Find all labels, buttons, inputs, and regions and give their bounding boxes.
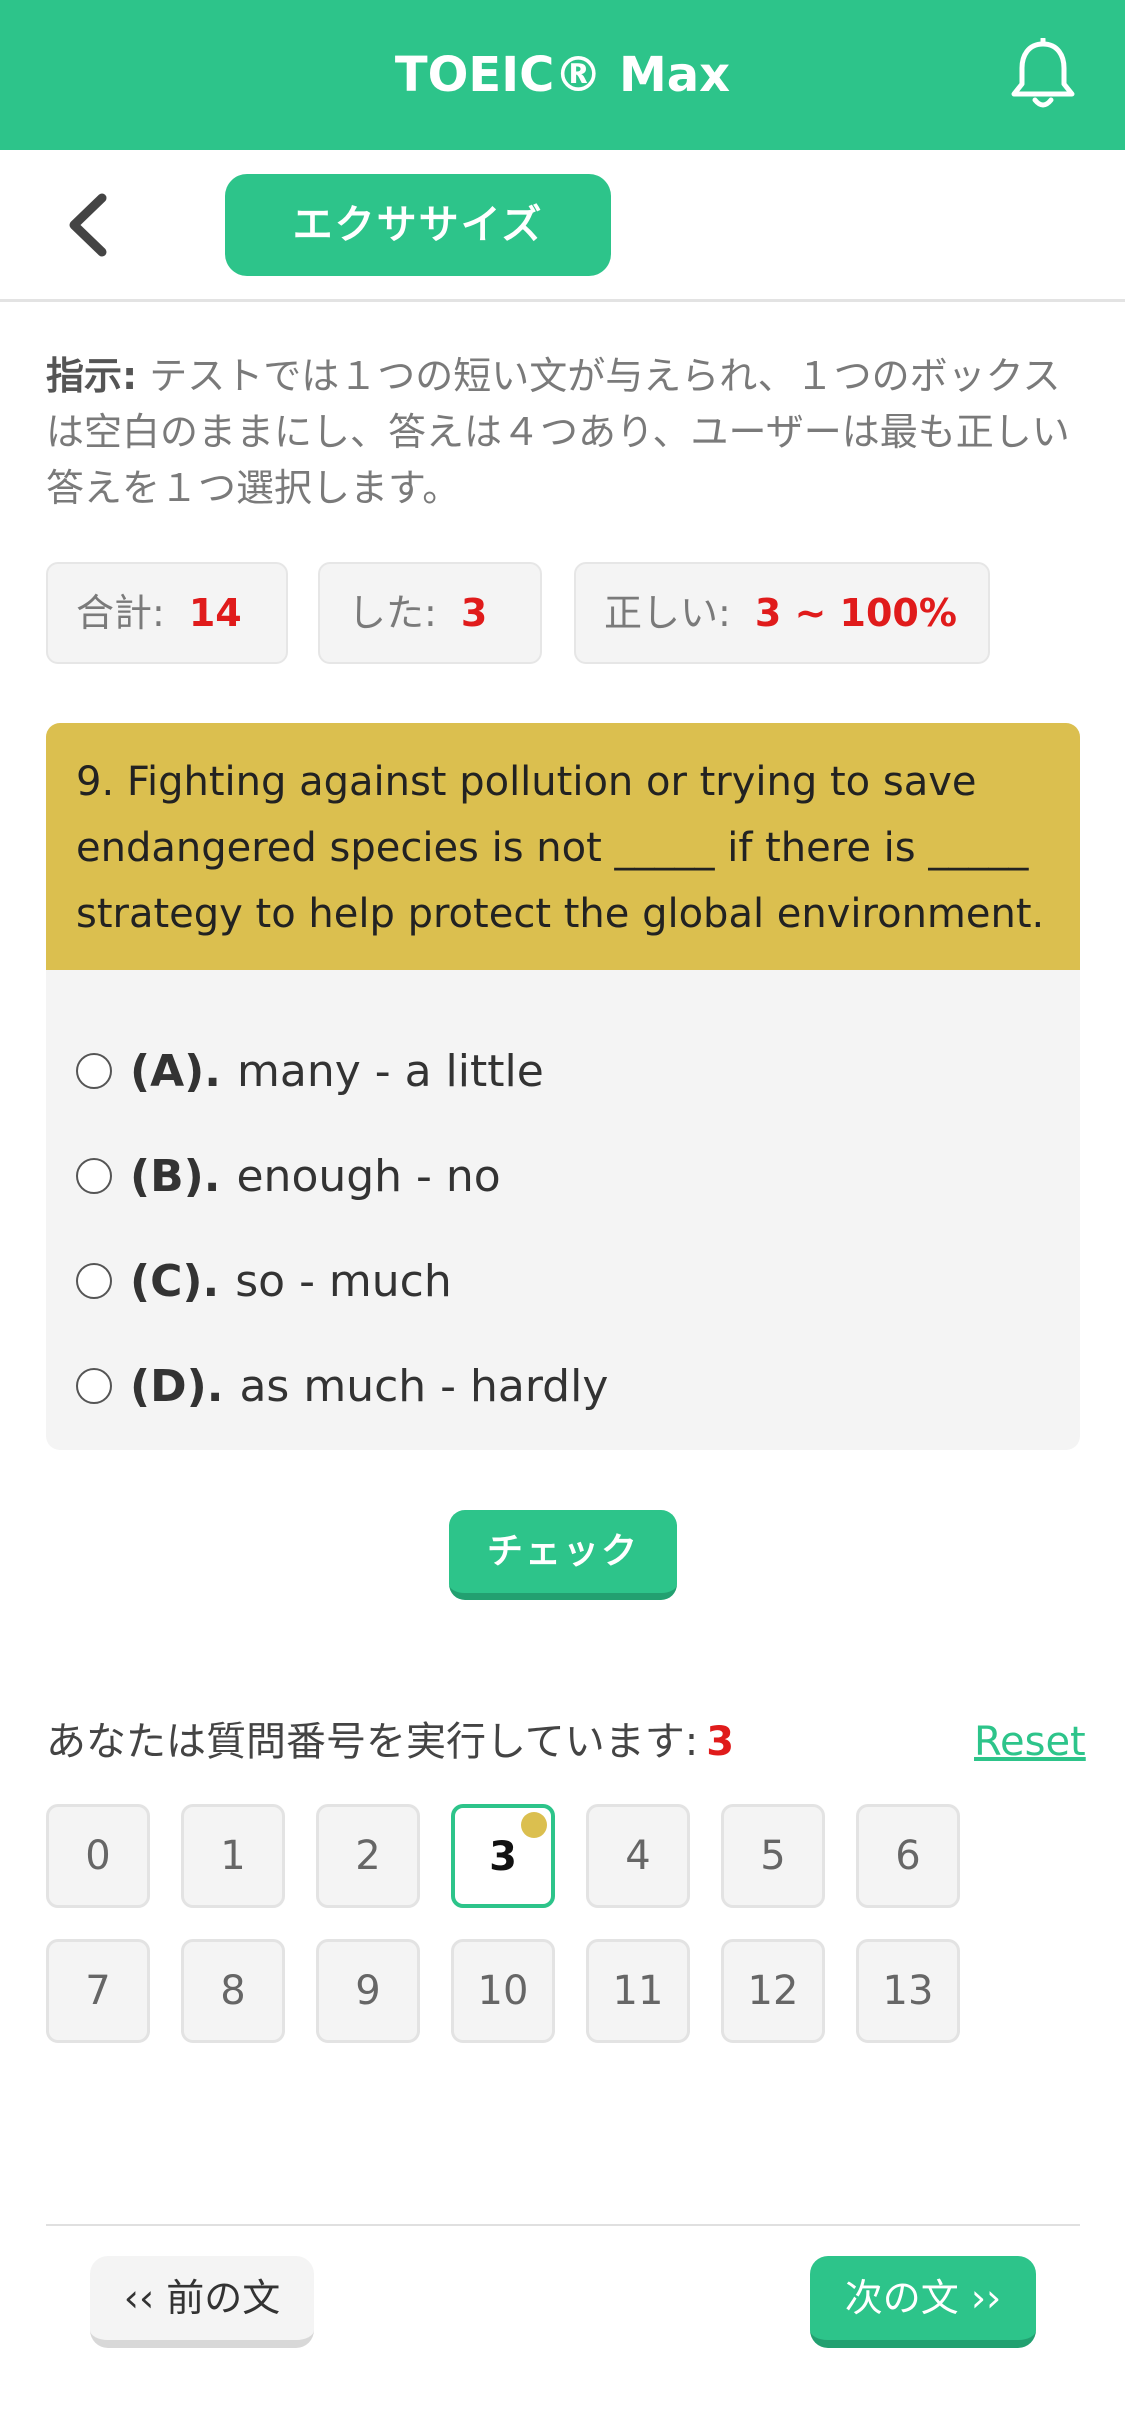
question-number-button[interactable]: 12	[721, 1939, 825, 2043]
question-number-button[interactable]: 6	[856, 1804, 960, 1908]
app-title: TOEIC® Max	[394, 47, 731, 103]
radio-button[interactable]	[76, 1158, 112, 1194]
stat-total-label: 合計:	[76, 591, 165, 635]
question-number-button[interactable]: 4	[586, 1804, 690, 1908]
option-c[interactable]: (C). so - much	[76, 1247, 452, 1317]
instruction-text: 指示: テストでは１つの短い文が与えられ、１つのボックスは空白のままにし、答えは…	[46, 348, 1076, 516]
stat-done-label: した:	[348, 591, 437, 635]
option-label: (A).	[130, 1046, 221, 1097]
chevron-left-icon[interactable]	[60, 190, 120, 260]
option-label: (C).	[130, 1256, 220, 1307]
question-number-button[interactable]: 10	[451, 1939, 555, 2043]
next-sentence-button[interactable]: 次の文 ››	[810, 2256, 1036, 2348]
question-number-button[interactable]: 1	[181, 1804, 285, 1908]
question-number-button-current[interactable]: 3	[451, 1804, 555, 1908]
sub-navigation: エクササイズ	[0, 150, 1125, 302]
option-text: enough - no	[236, 1151, 501, 1202]
exercise-button[interactable]: エクササイズ	[225, 174, 611, 276]
current-question-indicator: あなたは質問番号を実行しています: 3	[46, 1712, 734, 1772]
question-number-button[interactable]: 9	[316, 1939, 420, 2043]
check-button[interactable]: チェック	[449, 1510, 677, 1600]
current-question-number: 3	[706, 1719, 735, 1765]
option-d[interactable]: (D). as much - hardly	[76, 1352, 608, 1422]
question-number-button[interactable]: 2	[316, 1804, 420, 1908]
stat-correct-value: 3 ~ 100%	[754, 591, 957, 635]
reset-link[interactable]: Reset	[974, 1712, 1086, 1772]
radio-button[interactable]	[76, 1368, 112, 1404]
option-text: so - much	[235, 1256, 452, 1307]
question-number-button[interactable]: 13	[856, 1939, 960, 2043]
bell-icon[interactable]	[1008, 38, 1078, 112]
option-label: (B).	[130, 1151, 221, 1202]
question-text: 9. Fighting against pollution or trying …	[46, 723, 1080, 971]
stat-total-value: 14	[188, 591, 242, 635]
option-text: many - a little	[237, 1046, 544, 1097]
instruction-label: 指示:	[46, 354, 138, 398]
question-number-button[interactable]: 8	[181, 1939, 285, 2043]
radio-button[interactable]	[76, 1053, 112, 1089]
stat-total: 合計: 14	[46, 562, 288, 664]
stat-done: した: 3	[318, 562, 542, 664]
option-a[interactable]: (A). many - a little	[76, 1037, 544, 1107]
stat-correct: 正しい: 3 ~ 100%	[574, 562, 990, 664]
footer-divider	[46, 2224, 1080, 2226]
question-number-button[interactable]: 7	[46, 1939, 150, 2043]
question-number-button[interactable]: 0	[46, 1804, 150, 1908]
answer-options: (A). many - a little (B). enough - no (C).…	[46, 970, 1080, 1450]
stat-correct-label: 正しい:	[604, 591, 731, 635]
option-text: as much - hardly	[239, 1361, 609, 1412]
option-label: (D).	[130, 1361, 224, 1412]
app-header: TOEIC® Max	[0, 0, 1125, 150]
running-label: あなたは質問番号を実行しています:	[46, 1719, 699, 1765]
stat-done-value: 3	[460, 591, 488, 635]
previous-sentence-button[interactable]: ‹‹ 前の文	[90, 2256, 314, 2348]
question-number-button[interactable]: 5	[721, 1804, 825, 1908]
option-b[interactable]: (B). enough - no	[76, 1142, 501, 1212]
question-number-button[interactable]: 11	[586, 1939, 690, 2043]
radio-button[interactable]	[76, 1263, 112, 1299]
instruction-body: テストでは１つの短い文が与えられ、１つのボックスは空白のままにし、答えは４つあり…	[46, 354, 1070, 510]
current-marker-dot	[521, 1812, 547, 1838]
question-number: 3	[489, 1834, 517, 1880]
